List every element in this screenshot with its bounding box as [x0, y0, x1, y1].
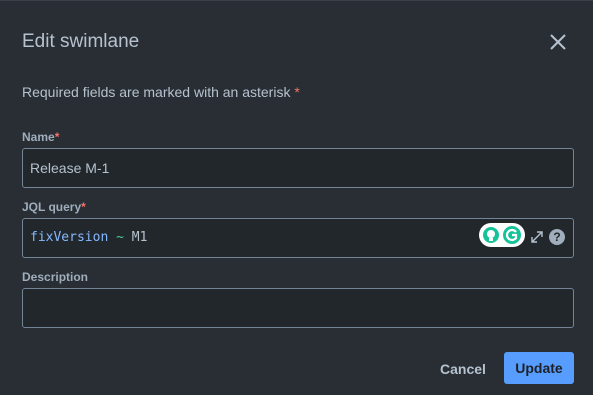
jql-required-asterisk: *: [81, 200, 86, 214]
required-note-text: Required fields are marked with an aster…: [22, 84, 291, 100]
jql-operator-token: ~: [116, 230, 124, 245]
jql-query-label: JQL query*: [22, 200, 86, 214]
dialog-title: Edit swimlane: [22, 31, 140, 52]
name-input[interactable]: Release M-1: [22, 148, 574, 188]
name-label: Name*: [22, 130, 59, 144]
writing-assistant-badge[interactable]: [479, 223, 525, 247]
jql-field-token: fixVersion: [30, 230, 109, 245]
expand-icon[interactable]: [530, 230, 544, 244]
jql-label-text: JQL query: [22, 200, 82, 214]
close-icon: [550, 34, 566, 50]
description-label: Description: [22, 270, 89, 284]
name-label-text: Name: [22, 130, 55, 144]
jql-query-input[interactable]: fixVersion ~ M1 ?: [22, 218, 574, 258]
required-fields-note: Required fields are marked with an aster…: [22, 84, 300, 100]
jql-value-token: M1: [131, 230, 148, 245]
description-input[interactable]: [22, 288, 574, 328]
name-required-asterisk: *: [54, 130, 60, 144]
jql-query-text: fixVersion ~ M1: [30, 230, 147, 245]
update-button[interactable]: Update: [504, 352, 574, 384]
help-icon[interactable]: ?: [549, 229, 565, 245]
close-button[interactable]: [546, 30, 570, 54]
cancel-button[interactable]: Cancel: [431, 353, 495, 385]
assistant-icons: [483, 226, 521, 244]
edit-swimlane-dialog: Edit swimlane Required fields are marked…: [0, 0, 593, 395]
name-input-value: Release M-1: [30, 160, 110, 176]
required-asterisk: *: [294, 84, 300, 100]
